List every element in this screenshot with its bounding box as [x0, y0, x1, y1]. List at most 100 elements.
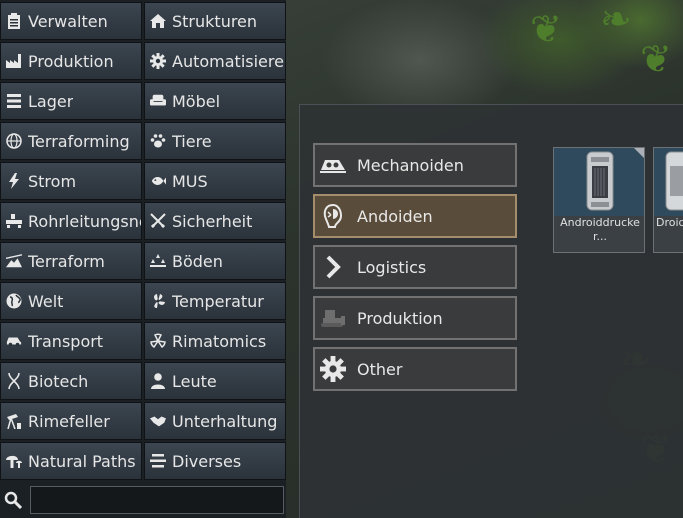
category-label: Welt [28, 291, 64, 311]
mech-icon [319, 151, 347, 179]
pipe-icon [6, 213, 22, 229]
category-tiere[interactable]: Tiere [144, 122, 286, 160]
category-mus[interactable]: MUS [144, 162, 286, 200]
category-natural-paths[interactable]: Natural Paths [0, 442, 142, 480]
category-sicherheit[interactable]: Sicherheit [144, 202, 286, 240]
jungle-plant: ❦ [530, 7, 562, 51]
build-item-androiddrucker[interactable]: Androiddrucker... [553, 147, 645, 253]
category-rimefeller[interactable]: Rimefeller [0, 402, 142, 440]
fish-icon [150, 173, 166, 189]
category-lager[interactable]: Lager [0, 82, 142, 120]
category-label: Sicherheit [172, 211, 253, 231]
person-icon [150, 373, 166, 389]
category-automatisieren[interactable]: Automatisieren [144, 42, 286, 80]
category-label: Unterhaltung [172, 411, 278, 431]
category-unterhaltung[interactable]: Unterhaltung [144, 402, 286, 440]
globe-icon [6, 133, 22, 149]
droid-station-icon [654, 148, 683, 216]
terrain-icon [6, 253, 22, 269]
bulldozer-icon [319, 304, 347, 332]
list-icon [150, 453, 166, 469]
category-transport[interactable]: Transport [0, 322, 142, 360]
category-moebel[interactable]: Möbel [144, 82, 286, 120]
category-rohrleitungsnetz[interactable]: Rohrleitungsnetz [0, 202, 142, 240]
subcategory-label: Mechanoiden [357, 155, 464, 175]
subcategory-mechanoiden[interactable]: Mechanoiden [313, 143, 517, 187]
category-label: Strom [28, 171, 77, 191]
category-biotech[interactable]: Biotech [0, 362, 142, 400]
clipboard-icon [6, 13, 22, 29]
category-label: Diverses [172, 451, 242, 471]
subcategory-andoiden[interactable]: Andoiden [313, 194, 517, 238]
category-label: Terraform [28, 251, 105, 271]
jungle-plant: ❦ [640, 37, 672, 81]
handshake-icon [150, 413, 166, 429]
subcategory-label: Logistics [357, 257, 427, 277]
floor-icon [150, 253, 166, 269]
category-temperatur[interactable]: Temperatur [144, 282, 286, 320]
category-label: Produktion [28, 51, 114, 71]
category-welt[interactable]: Welt [0, 282, 142, 320]
gear-icon [150, 53, 166, 69]
android-head-icon [319, 202, 347, 230]
lightning-icon [6, 173, 22, 189]
category-strukturen[interactable]: Strukturen [144, 2, 286, 40]
radiation-icon [150, 333, 166, 349]
android-printer-icon [554, 148, 644, 216]
category-label: Temperatur [172, 291, 264, 311]
category-leute[interactable]: Leute [144, 362, 286, 400]
earth-icon [6, 293, 22, 309]
category-label: Tiere [172, 131, 212, 151]
house-icon [150, 13, 166, 29]
mushroom-icon [6, 453, 22, 469]
category-terraform[interactable]: Terraform [0, 242, 142, 280]
category-label: Rohrleitungsnetz [28, 211, 141, 231]
category-label: Transport [28, 331, 104, 351]
search-input[interactable] [30, 486, 284, 514]
build-item-label: Androiddrucker... [560, 216, 640, 243]
category-label: Biotech [28, 371, 89, 391]
build-item-label: Droid [656, 216, 683, 229]
category-label: Böden [172, 251, 223, 271]
category-boeden[interactable]: Böden [144, 242, 286, 280]
category-label: Rimatomics [172, 331, 267, 351]
architect-search-bar [0, 484, 286, 518]
category-label: Möbel [172, 91, 221, 111]
category-label: Terraforming [28, 131, 130, 151]
category-produktion[interactable]: Produktion [0, 42, 142, 80]
category-diverses[interactable]: Diverses [144, 442, 286, 480]
category-label: Lager [28, 91, 74, 111]
crossed-swords-icon [150, 213, 166, 229]
shelf-icon [6, 93, 22, 109]
subcategory-logistics[interactable]: Logistics [313, 245, 517, 289]
factory-icon [6, 53, 22, 69]
car-icon [6, 333, 22, 349]
dna-icon [6, 373, 22, 389]
jungle-plant: ❧ [600, 0, 632, 41]
chevron-right-icon [319, 253, 347, 281]
oil-pump-icon [6, 413, 22, 429]
category-label: Strukturen [172, 11, 258, 31]
armchair-icon [150, 93, 166, 109]
subcategory-label: Other [357, 359, 403, 379]
category-terraforming[interactable]: Terraforming [0, 122, 142, 160]
build-item-droid[interactable]: Droid [653, 147, 683, 253]
subcategory-panel: Mechanoiden Andoiden Logistics Produktio… [299, 104, 683, 518]
category-label: Leute [172, 371, 217, 391]
category-verwalten[interactable]: Verwalten [0, 2, 142, 40]
subcategory-label: Produktion [357, 308, 443, 328]
subcategory-other[interactable]: Other [313, 347, 517, 391]
category-label: Natural Paths [28, 451, 136, 471]
category-label: MUS [172, 171, 208, 191]
architect-menu: Verwalten Produktion Lager Terraforming … [0, 0, 286, 484]
subcategory-produktion[interactable]: Produktion [313, 296, 517, 340]
gear-icon [319, 355, 347, 383]
category-label: Automatisieren [172, 51, 285, 71]
search-icon [4, 491, 22, 509]
fan-icon [150, 293, 166, 309]
category-strom[interactable]: Strom [0, 162, 142, 200]
category-label: Verwalten [28, 11, 108, 31]
category-label: Rimefeller [28, 411, 110, 431]
subcategory-label: Andoiden [357, 206, 433, 226]
category-rimatomics[interactable]: Rimatomics [144, 322, 286, 360]
